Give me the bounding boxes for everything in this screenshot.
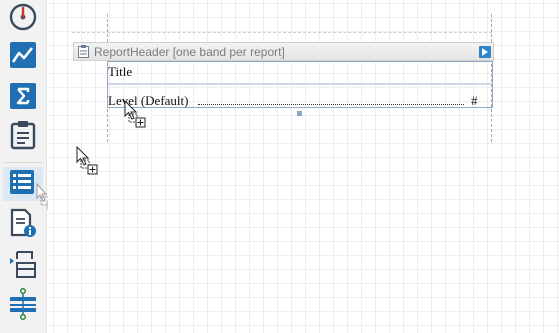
band-split-button[interactable]: [3, 287, 43, 326]
sigma-icon: [10, 82, 36, 114]
summary-button[interactable]: [3, 81, 43, 115]
chevron-right-icon: [482, 43, 488, 61]
chart-button[interactable]: [3, 40, 43, 74]
band-expand-button[interactable]: [479, 46, 491, 58]
band-icon: [74, 43, 92, 60]
chart-line-icon: [9, 41, 37, 74]
report-header-band-body[interactable]: Title Level (Default) #: [107, 61, 493, 108]
document-info-icon: [9, 208, 37, 243]
page-layout-button[interactable]: [3, 250, 43, 284]
list-report-icon: [9, 168, 37, 201]
leader-dots: [198, 104, 464, 105]
left-toolbar: [0, 0, 57, 333]
drag-copy-cursor-icon-2: [76, 145, 100, 183]
design-surface[interactable]: ReportHeader [one band per report] Title…: [48, 0, 559, 333]
band-resize-handle[interactable]: [297, 111, 302, 116]
band-split-icon: [8, 287, 38, 326]
report-header-band[interactable]: ReportHeader [one band per report]: [73, 42, 494, 61]
title-field-row[interactable]: Title: [108, 62, 492, 84]
level-field[interactable]: Level (Default): [108, 93, 188, 109]
gauge-button[interactable]: [3, 2, 43, 36]
clipboard-button[interactable]: [3, 120, 43, 154]
page-layout-icon: [8, 250, 38, 285]
drag-copy-cursor-icon: [124, 99, 148, 137]
gauge-icon: [9, 3, 37, 36]
page-number-field[interactable]: #: [471, 93, 478, 109]
band-header-title: ReportHeader [one band per report]: [94, 44, 285, 59]
title-field[interactable]: Title: [108, 64, 132, 80]
toolbar-divider: [4, 162, 42, 163]
clipboard-icon: [10, 120, 36, 155]
margin-guide-top: [72, 32, 492, 33]
